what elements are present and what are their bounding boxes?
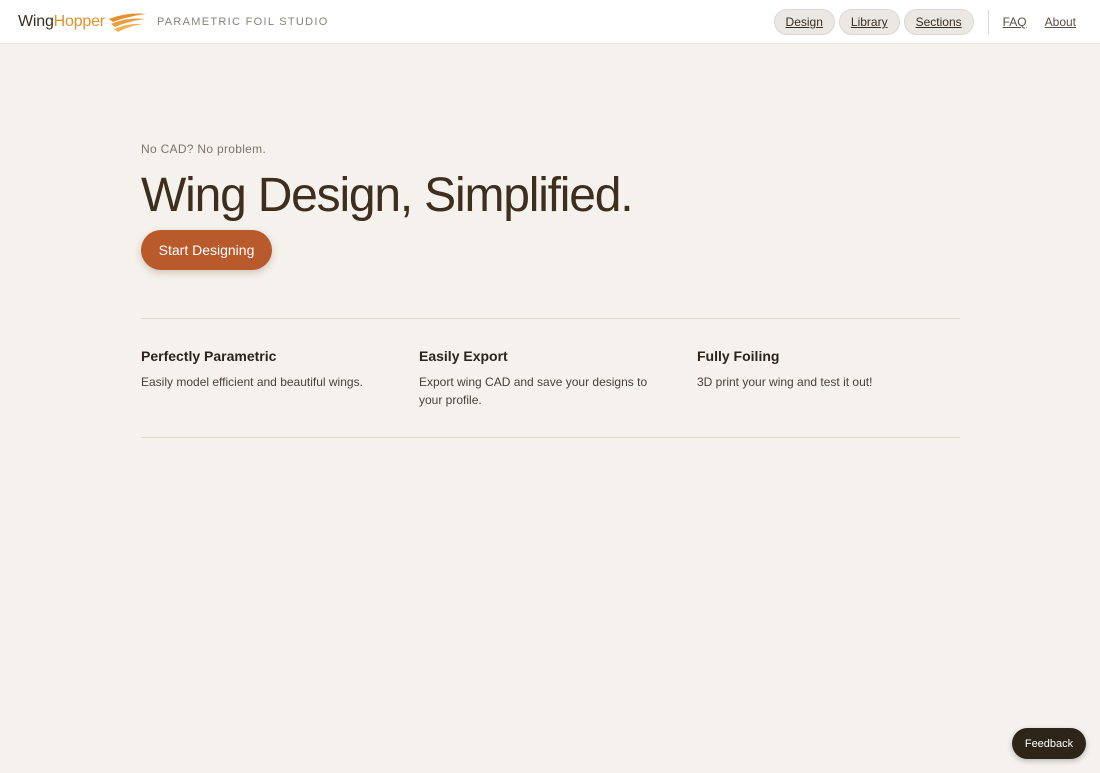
brand-name-prefix: Wing [18, 12, 54, 30]
hero-headline: Wing Design, Simplified. [141, 169, 634, 222]
brand-name-suffix: Hopper [53, 12, 105, 30]
feature-fully-foiling: Fully Foiling 3D print your wing and tes… [697, 347, 947, 391]
feedback-button[interactable]: Feedback [1012, 728, 1086, 759]
feature-perfectly-parametric: Perfectly Parametric Easily model effici… [141, 347, 391, 391]
nav-link-faq[interactable]: FAQ [1003, 15, 1027, 29]
start-designing-button[interactable]: Start Designing [141, 230, 272, 270]
feature-title: Fully Foiling [697, 348, 780, 364]
feature-easily-export: Easily Export Export wing CAD and save y… [419, 347, 669, 409]
feature-description: Easily model efficient and beautiful win… [141, 375, 363, 389]
hero-section: No CAD? No problem. Wing Design, Simplif… [141, 142, 634, 224]
wing-swoosh-icon [107, 11, 147, 33]
section-divider-top [141, 318, 960, 319]
brand-name: WingHopper [18, 13, 105, 31]
hero-eyebrow: No CAD? No problem. [141, 142, 267, 156]
nav-pill-design[interactable]: Design [773, 9, 835, 35]
brand-logo[interactable]: WingHopper [18, 11, 147, 33]
nav-link-about[interactable]: About [1045, 15, 1076, 29]
primary-navigation: Design Library Sections FAQ About [773, 0, 1100, 44]
brand-tagline: PARAMETRIC FOIL STUDIO [156, 15, 329, 28]
feature-title: Perfectly Parametric [141, 348, 277, 364]
feature-description: Export wing CAD and save your designs to… [419, 375, 648, 407]
section-divider-bottom [141, 437, 960, 438]
top-navigation-bar: WingHopper PARAMETRIC FOIL STUDIO Design… [0, 0, 1100, 44]
feature-title: Easily Export [419, 348, 508, 364]
nav-pill-sections[interactable]: Sections [903, 9, 974, 35]
feature-description: 3D print your wing and test it out! [697, 375, 873, 389]
nav-pill-library[interactable]: Library [838, 9, 900, 35]
nav-divider [987, 10, 989, 34]
